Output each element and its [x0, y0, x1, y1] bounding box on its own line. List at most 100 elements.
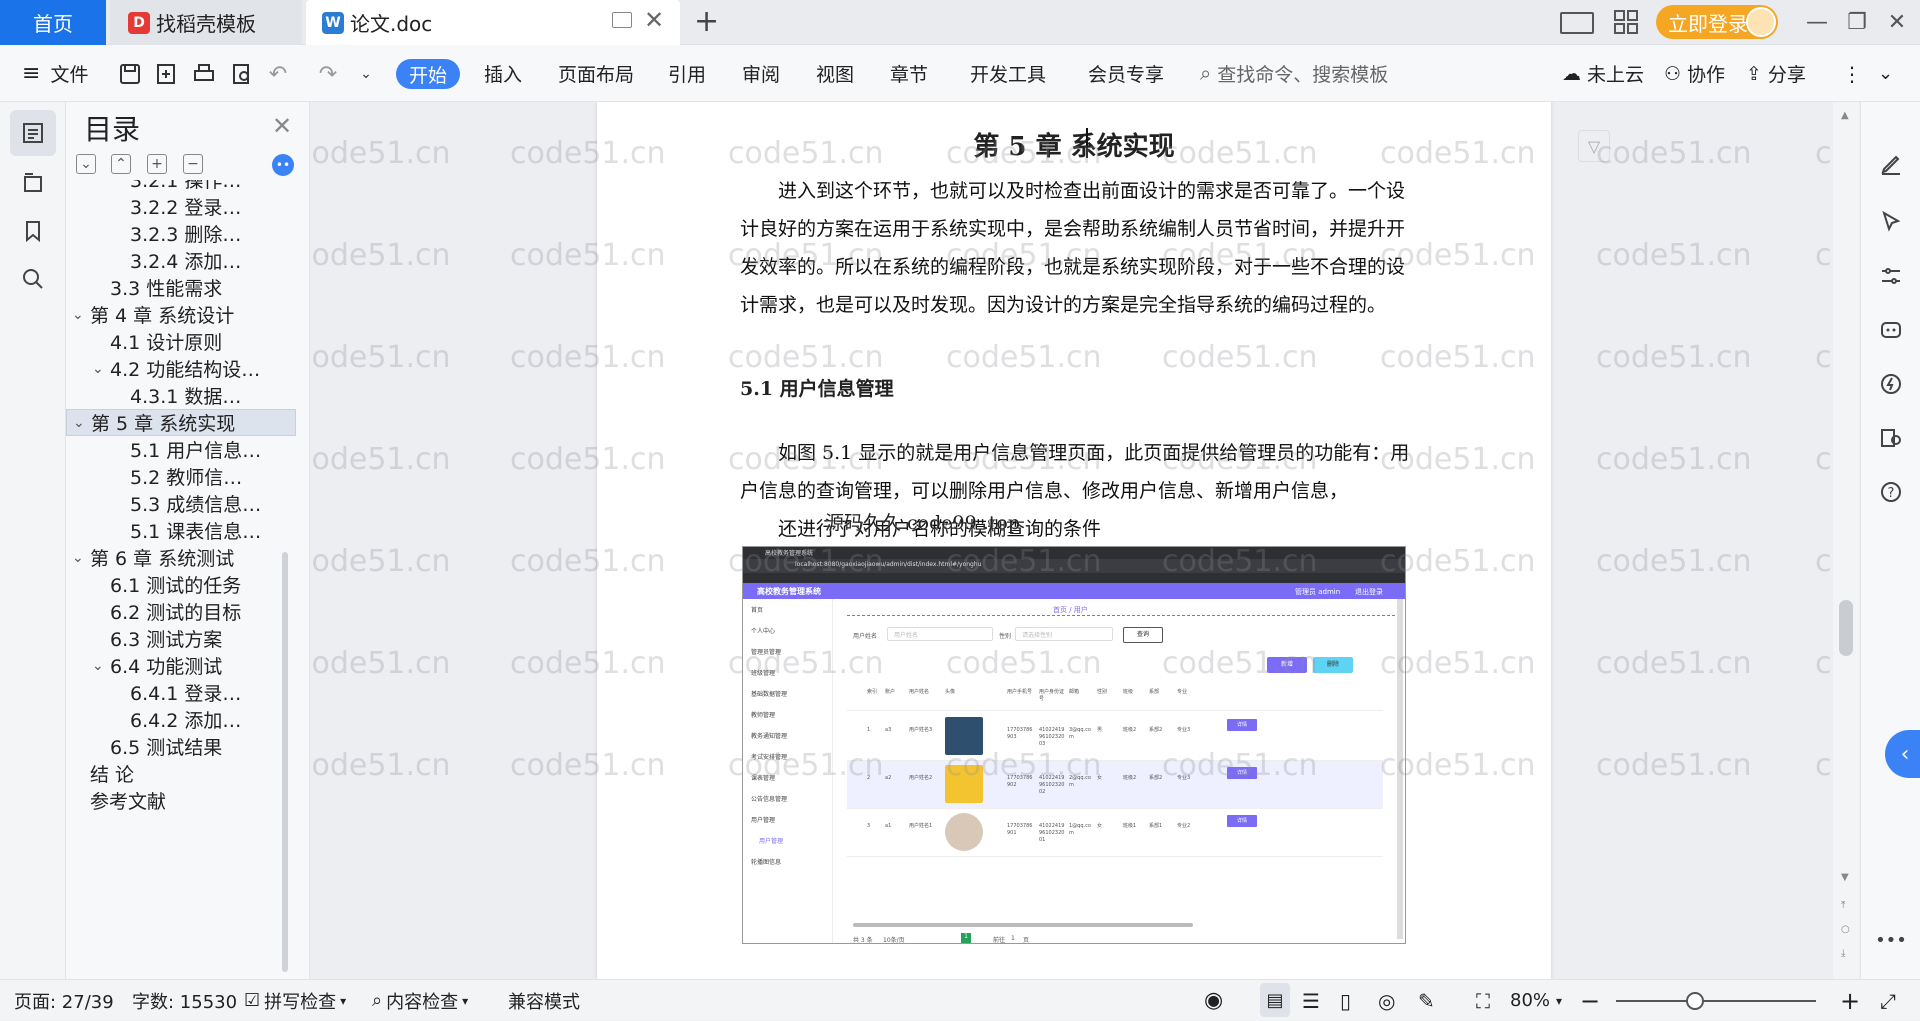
toc-settings-icon[interactable]: ••	[272, 154, 294, 176]
scroll-thumb[interactable]	[1839, 600, 1853, 656]
toc-item[interactable]: 3.3 性能需求	[66, 274, 296, 301]
restore-icon[interactable]: ❐	[1835, 0, 1879, 45]
ai-assistant-icon[interactable]	[1875, 314, 1907, 346]
toc-item[interactable]: 3.2.1 操作…	[66, 180, 296, 193]
file-menu[interactable]: ≡ 文件	[22, 45, 88, 102]
cloud-status[interactable]: ☁ 未上云	[1562, 45, 1644, 102]
close-window-icon[interactable]: ✕	[1875, 0, 1919, 45]
zoom-slider-handle[interactable]	[1686, 992, 1704, 1010]
collab-button[interactable]: ⚇ 协作	[1664, 45, 1725, 102]
bookmark-icon[interactable]	[10, 208, 56, 254]
translate-icon[interactable]	[1875, 422, 1907, 454]
menu-item-chapter[interactable]: 章节	[890, 45, 928, 102]
toc-item[interactable]: 5.3 成绩信息…	[66, 490, 296, 517]
zoom-in-icon[interactable]: +	[1840, 980, 1860, 1021]
document-page[interactable]: 第 5 章 系统实现 进入到这个环节，也就可以及时检查出前面设计的需求是否可靠了…	[597, 102, 1551, 979]
chevron-down-icon[interactable]: ⌄	[73, 415, 91, 431]
menu-item-devtools[interactable]: 开发工具	[970, 45, 1046, 102]
start-tab[interactable]: 开始	[396, 59, 460, 89]
toc-item[interactable]: ⌄ 6.4 功能测试	[66, 652, 296, 679]
login-button[interactable]: 立即登录	[1656, 5, 1778, 39]
help-icon[interactable]: ?	[1875, 476, 1907, 508]
close-toc-icon[interactable]: ✕	[272, 112, 292, 140]
toc-item[interactable]: 3.2.2 登录…	[66, 193, 296, 220]
select-browse-icon[interactable]: ○	[1841, 924, 1850, 935]
menu-item-view[interactable]: 视图	[816, 45, 854, 102]
page-count[interactable]: 页面: 27/39	[14, 980, 114, 1021]
chevron-down-icon[interactable]: ⌄	[92, 658, 110, 674]
expand-panel-button[interactable]: ‹	[1885, 730, 1920, 778]
tab-template[interactable]: D 找稻壳模板	[110, 0, 302, 45]
zoom-out-icon[interactable]: −	[1580, 980, 1600, 1021]
outline-view-icon[interactable]: ☰	[1302, 980, 1320, 1021]
prev-page-icon[interactable]: ⤒	[1841, 900, 1845, 911]
menu-item-reference[interactable]: 引用	[668, 45, 706, 102]
collapse-ribbon-icon[interactable]: ⌄	[1878, 45, 1893, 102]
write-view-icon[interactable]: ✎	[1418, 980, 1435, 1021]
toc-item[interactable]: 5.1 课表信息…	[66, 517, 296, 544]
print-preview-icon[interactable]	[228, 61, 256, 87]
more-tools-icon[interactable]: •••	[1875, 924, 1907, 956]
toc-item[interactable]: 5.1 用户信息…	[66, 436, 296, 463]
outline-icon[interactable]	[10, 110, 56, 156]
menu-item-insert[interactable]: 插入	[484, 45, 522, 102]
select-pointer-icon[interactable]	[1875, 206, 1907, 238]
export-icon[interactable]	[152, 61, 180, 87]
share-button[interactable]: ⇪ 分享	[1746, 45, 1806, 102]
pen-icon[interactable]	[1875, 148, 1907, 180]
toc-item[interactable]: 参考文献	[66, 787, 296, 814]
toc-item[interactable]: 6.2 测试的目标	[66, 598, 296, 625]
scroll-up-icon[interactable]: ▲	[1841, 110, 1849, 121]
add-heading-icon[interactable]: +	[147, 154, 167, 174]
document-scrollbar[interactable]: ▲ ▼ ⤒ ○ ⤓	[1833, 102, 1859, 979]
lightning-icon[interactable]	[1875, 368, 1907, 400]
new-tab-button[interactable]: +	[694, 4, 719, 39]
minimize-icon[interactable]: —	[1795, 0, 1839, 45]
zoom-slider[interactable]	[1616, 1000, 1816, 1002]
close-tab-icon[interactable]: ✕	[644, 6, 664, 34]
more-chevron-icon[interactable]: ⌄	[352, 61, 380, 87]
chevron-down-icon[interactable]: ⌄	[72, 307, 90, 323]
menu-item-member[interactable]: 会员专享	[1088, 45, 1164, 102]
undo-icon[interactable]: ↶	[264, 61, 292, 87]
layout-icon[interactable]	[1560, 12, 1594, 34]
eye-protect-icon[interactable]: ◉	[1204, 980, 1223, 1021]
toc-item[interactable]: 6.3 测试方案	[66, 625, 296, 652]
scroll-down-icon[interactable]: ▼	[1841, 872, 1849, 883]
toc-item[interactable]: ⌄ 第 5 章 系统实现	[66, 409, 296, 436]
chapter-nav-icon[interactable]	[10, 160, 56, 206]
toc-item[interactable]: 6.4.2 添加…	[66, 706, 296, 733]
collapse-page-icon[interactable]: ▽	[1578, 130, 1610, 162]
fit-page-icon[interactable]: ⛶	[1476, 980, 1490, 1021]
tab-home[interactable]: 首页	[0, 0, 106, 45]
grid-apps-icon[interactable]	[1614, 10, 1638, 34]
word-count[interactable]: 字数: 15530	[132, 980, 237, 1021]
menu-item-layout[interactable]: 页面布局	[558, 45, 634, 102]
menu-item-review[interactable]: 审阅	[742, 45, 780, 102]
find-icon[interactable]	[10, 256, 56, 302]
adjust-icon[interactable]	[1875, 260, 1907, 292]
screen-icon[interactable]	[612, 12, 632, 28]
expand-all-icon[interactable]: ⌄	[76, 154, 96, 174]
toc-item[interactable]: 5.2 教师信…	[66, 463, 296, 490]
remove-heading-icon[interactable]: −	[183, 154, 203, 174]
toc-item[interactable]: 结 论	[66, 760, 296, 787]
toc-scrollbar[interactable]	[282, 552, 288, 972]
toc-item[interactable]: 4.1 设计原则	[66, 328, 296, 355]
toc-item[interactable]: 6.5 测试结果	[66, 733, 296, 760]
command-search[interactable]: ⌕ 查找命令、搜索模板	[1200, 57, 1388, 89]
toc-item[interactable]: ⌄ 第 6 章 系统测试	[66, 544, 296, 571]
tab-document[interactable]: W 论文.doc ✕	[306, 0, 680, 45]
toc-item[interactable]: 3.2.3 删除…	[66, 220, 296, 247]
toc-item[interactable]: ⌄ 4.2 功能结构设…	[66, 355, 296, 382]
toc-item[interactable]: 6.4.1 登录…	[66, 679, 296, 706]
spell-check-button[interactable]: ☑ 拼写检查 ▾	[244, 980, 346, 1021]
chevron-down-icon[interactable]: ⌄	[72, 550, 90, 566]
figure-screenshot[interactable]: 高校教务管理系统 localhost:8080/gaoxiaojiaowu/ad…	[742, 546, 1406, 944]
redo-icon[interactable]: ↷	[314, 61, 342, 87]
toc-item[interactable]: 4.3.1 数据…	[66, 382, 296, 409]
read-view-icon[interactable]: ▯	[1340, 980, 1351, 1021]
next-page-icon[interactable]: ⤓	[1841, 948, 1845, 959]
collapse-all-icon[interactable]: ⌃	[111, 154, 131, 174]
print-icon[interactable]	[190, 61, 218, 87]
